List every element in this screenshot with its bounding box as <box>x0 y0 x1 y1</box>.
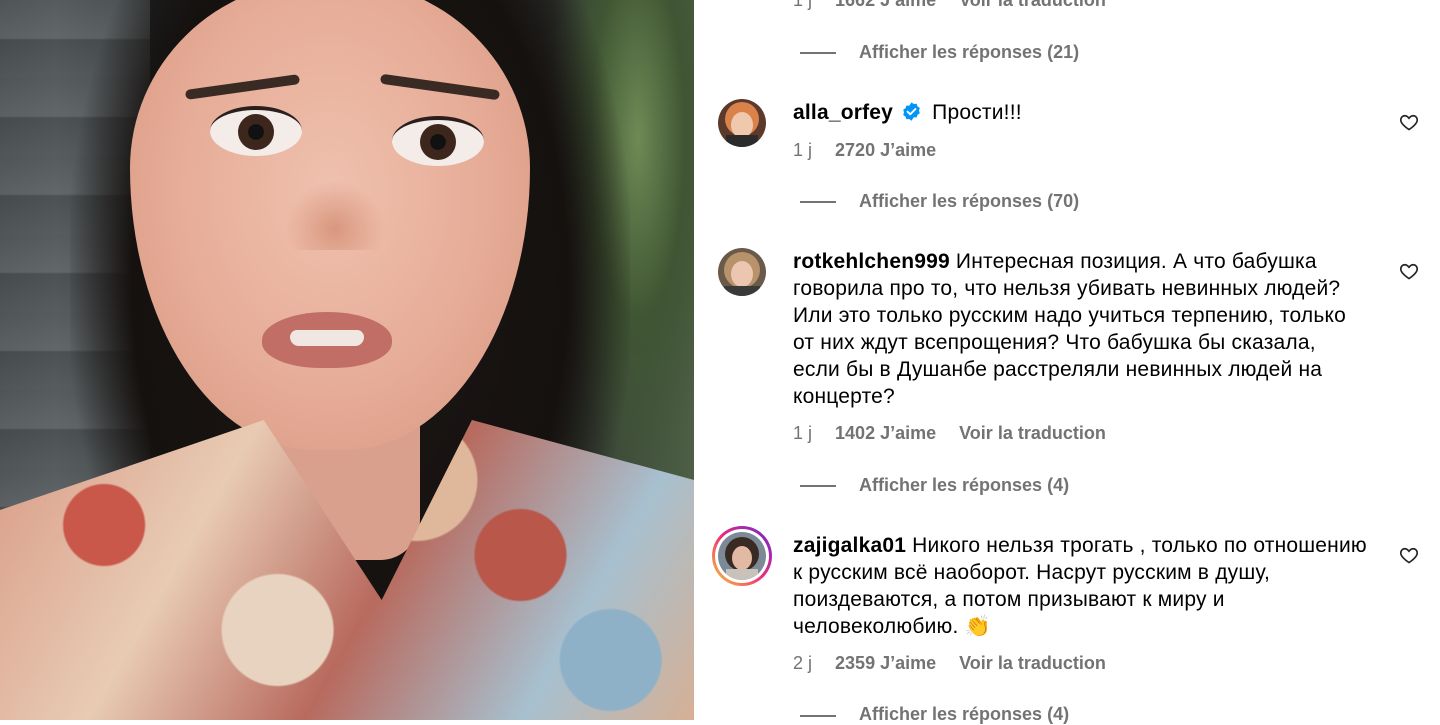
comment-likes[interactable]: 2359 J’aime <box>835 653 936 673</box>
comment-time: 1 j <box>793 140 813 160</box>
comment-likes[interactable]: 2720 J’aime <box>835 140 936 160</box>
view-replies-button[interactable]: Afficher les réponses (21) <box>859 41 1079 63</box>
comment-text-line: поиздеваются, а потом призывают к миру и <box>793 588 1225 611</box>
comment-meta-row: 1 j 1402 J’aime Voir la traduction <box>793 422 1106 444</box>
comment-meta-row: 1 j 2720 J’aime <box>793 139 936 161</box>
comments-panel: 1 j 1662 J’aime Voir la traduction ••• A… <box>694 0 1440 724</box>
avatar-image <box>718 532 766 580</box>
more-options-icon[interactable]: ••• <box>1121 0 1150 10</box>
comment-username[interactable]: zajigalka01 <box>793 534 906 557</box>
comment-text-line: Или это только русским надо учиться терп… <box>793 304 1347 327</box>
comment-body: rotkehlchen999 Интересная позиция. А что… <box>793 248 1383 410</box>
view-replies-button[interactable]: Afficher les réponses (70) <box>859 190 1079 212</box>
story-ring[interactable] <box>712 526 772 586</box>
comment-body: alla_orfey Прости!!! <box>793 99 1383 126</box>
replies-divider <box>800 715 836 717</box>
comment-body: zajigalka01 Никого нельзя трогать , толь… <box>793 532 1393 640</box>
heart-outline-icon[interactable] <box>1399 261 1419 281</box>
comment-text: Прости!!! <box>932 101 1022 124</box>
heart-outline-icon[interactable] <box>1399 112 1419 132</box>
translate-link[interactable]: Voir la traduction <box>959 0 1106 10</box>
replies-divider <box>800 485 836 487</box>
comment-username[interactable]: rotkehlchen999 <box>793 250 950 273</box>
comment-text-line: человеколюбию. 👏 <box>793 615 991 638</box>
comment-meta-row: 2 j 2359 J’aime Voir la traduction <box>793 652 1106 674</box>
verified-badge-icon <box>903 102 920 121</box>
nose-shape <box>285 180 385 250</box>
replies-divider <box>800 52 836 54</box>
avatar[interactable] <box>718 248 766 296</box>
comment-text-line: от них ждут всепрощения? Что бабушка бы … <box>793 331 1316 354</box>
comment-likes[interactable]: 1402 J’aime <box>835 423 936 443</box>
mouth-shape <box>262 312 392 368</box>
comment-text-line: к русским всё наоборот. Насрут русским в… <box>793 561 1271 584</box>
comment-text-line: говорила про то, что нельзя убивать неви… <box>793 277 1341 300</box>
avatar[interactable] <box>718 99 766 147</box>
comment-text-line: Никого нельзя трогать , только по отноше… <box>912 534 1367 557</box>
comment-text-line: если бы в Душанбе расстреляли невинных л… <box>793 358 1323 381</box>
replies-divider <box>800 201 836 203</box>
comment-time: 2 j <box>793 653 813 673</box>
comment-text-line: Интересная позиция. А что бабушка <box>955 250 1317 273</box>
view-replies-button[interactable]: Afficher les réponses (4) <box>859 474 1069 496</box>
translate-link[interactable]: Voir la traduction <box>959 653 1106 673</box>
avatar-image <box>718 99 766 147</box>
right-eye <box>392 116 484 166</box>
heart-outline-icon[interactable] <box>1399 545 1419 565</box>
avatar-image <box>718 248 766 296</box>
translate-link[interactable]: Voir la traduction <box>959 423 1106 443</box>
comment-meta-row: 1 j 1662 J’aime Voir la traduction <box>793 0 1106 11</box>
comment-likes[interactable]: 1662 J’aime <box>835 0 936 10</box>
view-replies-button[interactable]: Afficher les réponses (4) <box>859 703 1069 725</box>
comment-time: 1 j <box>793 0 813 10</box>
post-media[interactable] <box>0 0 694 720</box>
left-eye <box>210 106 302 156</box>
comment-username[interactable]: alla_orfey <box>793 101 893 124</box>
comment-text-line: концерте? <box>793 385 895 408</box>
comment-time: 1 j <box>793 423 813 443</box>
